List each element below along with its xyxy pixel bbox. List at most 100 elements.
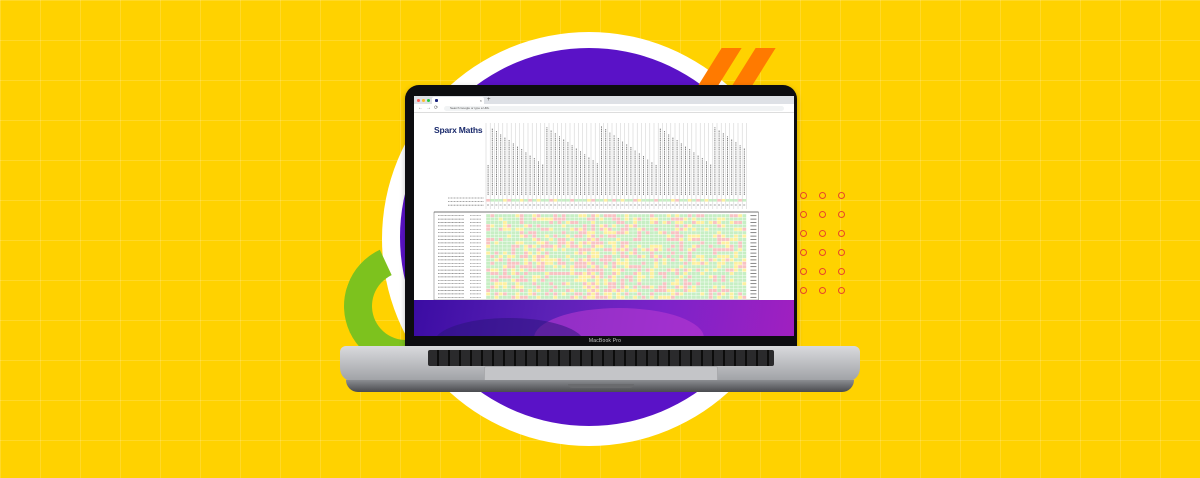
sheet-score-cell (742, 241, 747, 245)
sheet-score-cell (671, 251, 675, 255)
sheet-score-cell (725, 231, 730, 235)
sheet-score-cell (566, 244, 570, 248)
sheet-score-cell (662, 292, 667, 296)
sheet-score-cell (645, 255, 650, 258)
sheet-score-cell (738, 231, 742, 235)
sheet-score-cell (687, 238, 692, 241)
sheet-score-cell (486, 275, 490, 279)
sheet-score-cell (603, 261, 608, 265)
sheet-score-cell (654, 258, 658, 262)
sheet-score-cell (662, 227, 667, 231)
sheet-score-cell (633, 251, 637, 255)
sheet-score-cell (507, 231, 511, 235)
sheet-average-cell (486, 199, 490, 202)
sheet-score-cell (683, 238, 688, 241)
sheet-score-cell (725, 248, 730, 252)
sheet-score-cell (578, 251, 583, 255)
sheet-score-cell (683, 275, 688, 279)
sheet-score-cell (507, 221, 511, 224)
sheet-score-cell (650, 295, 654, 299)
sheet-score-cell (713, 244, 717, 248)
sheet-score-cell (503, 248, 507, 252)
sheet-score-cell (578, 255, 583, 258)
sheet-score-cell (591, 285, 595, 289)
sheet-score-cell (637, 231, 642, 235)
sheet-score-cell (700, 268, 705, 272)
red-dot-icon (819, 211, 826, 218)
sheet-score-cell (536, 285, 541, 289)
sheet-score-cell (536, 272, 541, 275)
sheet-score-cell (599, 285, 604, 289)
sheet-score-cell (498, 255, 503, 258)
sheet-score-cell (553, 248, 558, 252)
sheet-score-cell (616, 248, 621, 252)
sheet-score-cell (494, 227, 499, 231)
sheet-score-cell (650, 275, 654, 279)
sheet-score-cell (687, 268, 692, 272)
sheet-score-cell (717, 251, 721, 255)
sheet-score-cell (696, 238, 700, 241)
sheet-score-cell (671, 272, 675, 275)
red-dot-icon (838, 192, 845, 199)
sheet-score-cell (666, 292, 671, 296)
sheet-score-cell (511, 234, 516, 238)
sheet-score-cell (536, 268, 541, 272)
sheet-score-cell (557, 251, 562, 255)
sheet-score-cell (658, 295, 663, 299)
sheet-score-cell (486, 227, 490, 231)
sheet-score-cell (696, 261, 700, 265)
sheet-score-cell (738, 258, 742, 262)
sheet-score-cell (729, 234, 734, 238)
sheet-score-cell (486, 217, 490, 221)
sheet-score-cell (692, 292, 696, 296)
sheet-score-cell (734, 278, 738, 282)
sheet-score-cell (734, 251, 738, 255)
sheet-score-cell (633, 278, 637, 282)
sheet-score-cell (708, 295, 713, 299)
sheet-score-cell (629, 231, 633, 235)
sheet-score-cell (683, 224, 688, 228)
sheet-score-cell (666, 227, 671, 231)
sheet-score-cell (570, 265, 574, 269)
sheet-score-cell (738, 217, 742, 221)
sheet-score-cell (599, 234, 604, 238)
sheet-score-cell (511, 272, 516, 275)
sheet-score-cell (700, 289, 705, 292)
sheet-score-cell (692, 244, 696, 248)
sheet-score-cell (692, 234, 696, 238)
sheet-score-cell (700, 244, 705, 248)
sheet-score-cell (549, 251, 553, 255)
sheet-score-cell (549, 231, 553, 235)
sheet-score-cell (624, 217, 629, 221)
laptop-lid-notch (568, 384, 634, 388)
sheet-score-cell (704, 238, 709, 241)
sheet-score-cell (578, 224, 583, 228)
sheet-score-cell (683, 258, 688, 262)
sheet-score-cell (725, 244, 730, 248)
red-dot-icon (819, 230, 826, 237)
sheet-score-cell (540, 244, 545, 248)
sheet-score-cell (734, 244, 738, 248)
sheet-average-cell (666, 199, 671, 202)
sheet-score-cell (708, 258, 713, 262)
sheet-score-cell (549, 221, 553, 224)
sheet-score-cell (738, 241, 742, 245)
red-dot-icon (800, 268, 807, 275)
sheet-score-cell (734, 214, 738, 218)
sheet-score-cell (599, 238, 604, 241)
sheet-score-cell (570, 272, 574, 275)
sheet-score-cell (721, 285, 726, 289)
sheet-score-cell (666, 221, 671, 224)
sheet-score-cell (696, 234, 700, 238)
sheet-score-cell (498, 285, 503, 289)
sheet-score-cell (557, 244, 562, 248)
sheet-score-cell (515, 224, 520, 228)
sheet-score-cell (696, 285, 700, 289)
sheet-score-cell (561, 241, 566, 245)
sheet-score-cell (566, 272, 570, 275)
sheet-score-cell (503, 268, 507, 272)
sheet-score-cell (683, 255, 688, 258)
sheet-score-cell (557, 282, 562, 286)
sheet-score-cell (725, 255, 730, 258)
sheet-score-cell (671, 292, 675, 296)
